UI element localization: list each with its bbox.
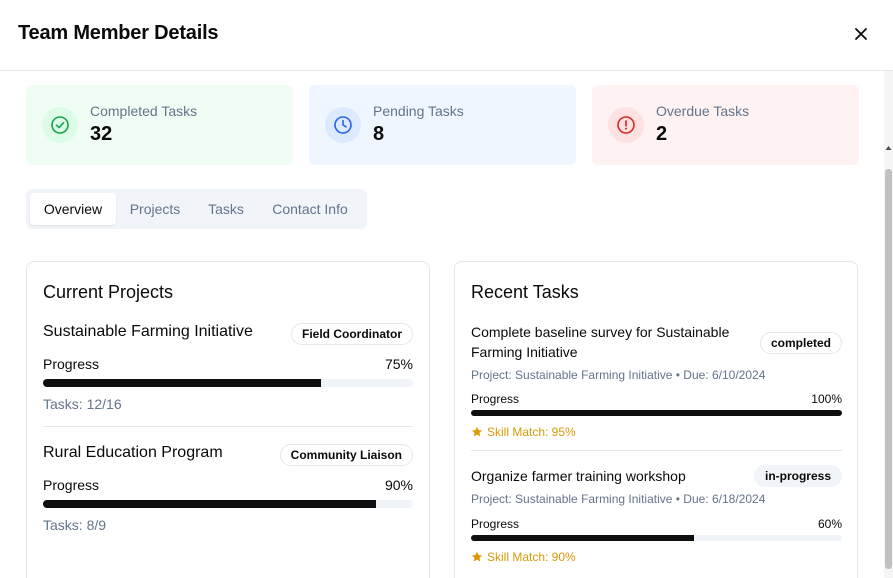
- current-projects-card: Current Projects Sustainable Farming Ini…: [26, 261, 430, 578]
- progress-percent: 100%: [811, 392, 842, 406]
- star-icon: [471, 426, 483, 437]
- tab-tasks[interactable]: Tasks: [194, 193, 258, 225]
- tab-list: Overview Projects Tasks Contact Info: [26, 189, 367, 229]
- progress-label: Progress: [471, 392, 520, 406]
- stat-card-completed: Completed Tasks 32: [26, 85, 293, 165]
- recent-tasks-card: Recent Tasks Complete baseline survey fo…: [454, 261, 858, 578]
- stat-value: 32: [90, 123, 113, 145]
- project-item: Rural Education Program Community Liaiso…: [43, 444, 413, 544]
- modal-header: Team Member Details: [0, 0, 893, 71]
- progress-label: Progress: [43, 477, 100, 493]
- tab-contact-info[interactable]: Contact Info: [258, 193, 362, 225]
- stat-card-overdue: Overdue Tasks 2: [592, 85, 859, 165]
- scroll-up-arrow-icon[interactable]: [885, 144, 892, 152]
- modal-body[interactable]: Completed Tasks 32 Pending Tasks 8 Overd…: [0, 71, 893, 578]
- close-icon: [855, 28, 867, 40]
- stat-label: Overdue Tasks: [656, 103, 750, 119]
- stat-label: Pending Tasks: [373, 103, 464, 119]
- stat-card-pending: Pending Tasks 8: [309, 85, 576, 165]
- progress-label: Progress: [43, 356, 100, 372]
- task-item[interactable]: Organize farmer training workshop in-pro…: [471, 465, 842, 576]
- clock-icon: [334, 116, 352, 134]
- progress-bar-fill: [471, 410, 842, 416]
- status-badge: completed: [759, 332, 842, 354]
- task-stats: Completed Tasks 32 Pending Tasks 8 Overd…: [26, 85, 859, 165]
- project-item: Sustainable Farming Initiative Field Coo…: [43, 323, 413, 423]
- progress-percent: 60%: [817, 517, 842, 531]
- task-title: Organize farmer training workshop: [471, 468, 686, 484]
- modal-title: Team Member Details: [18, 22, 219, 44]
- stat-label: Completed Tasks: [90, 103, 198, 119]
- role-badge: Field Coordinator: [291, 323, 413, 345]
- progress-bar: [43, 500, 413, 508]
- tab-projects[interactable]: Projects: [116, 193, 194, 225]
- project-name: Rural Education Program: [43, 444, 223, 461]
- progress-bar-fill: [471, 535, 694, 541]
- skill-match: Skill Match: 95%: [471, 425, 576, 439]
- project-task-count: Tasks: 8/9: [43, 517, 107, 533]
- task-meta: Project: Sustainable Farming Initiative …: [471, 368, 766, 382]
- progress-bar: [471, 410, 842, 416]
- progress-bar: [471, 535, 842, 541]
- skill-match: Skill Match: 90%: [471, 550, 576, 564]
- status-badge: in-progress: [753, 465, 842, 487]
- current-projects-title: Current Projects: [43, 282, 174, 302]
- stat-value: 8: [373, 123, 385, 145]
- progress-bar-fill: [43, 500, 376, 508]
- progress-label: Progress: [471, 517, 520, 531]
- stat-value: 2: [656, 123, 668, 145]
- task-item[interactable]: Complete baseline survey for Sustainable…: [471, 322, 842, 442]
- task-meta: Project: Sustainable Farming Initiative …: [471, 492, 766, 506]
- scrollbar-thumb[interactable]: [885, 169, 892, 569]
- progress-bar: [43, 379, 413, 387]
- task-title: Complete baseline survey for Sustainable…: [471, 324, 730, 360]
- project-name: Sustainable Farming Initiative: [43, 323, 253, 340]
- divider: [471, 450, 842, 451]
- team-member-details-modal: Team Member Details Completed Tasks 32 P…: [0, 0, 893, 578]
- divider: [43, 426, 413, 427]
- project-task-count: Tasks: 12/16: [43, 396, 122, 412]
- skill-match-text: Skill Match: 95%: [487, 425, 576, 439]
- check-circle-icon: [51, 116, 69, 134]
- skill-match-text: Skill Match: 90%: [487, 550, 576, 564]
- progress-percent: 90%: [384, 477, 413, 493]
- role-badge: Community Liaison: [279, 444, 413, 466]
- progress-bar-fill: [43, 379, 321, 387]
- tab-overview[interactable]: Overview: [30, 193, 116, 225]
- close-button[interactable]: [851, 24, 871, 44]
- recent-tasks-title: Recent Tasks: [471, 282, 579, 302]
- progress-percent: 75%: [384, 356, 413, 372]
- alert-circle-icon: [617, 116, 635, 134]
- star-icon: [471, 551, 483, 562]
